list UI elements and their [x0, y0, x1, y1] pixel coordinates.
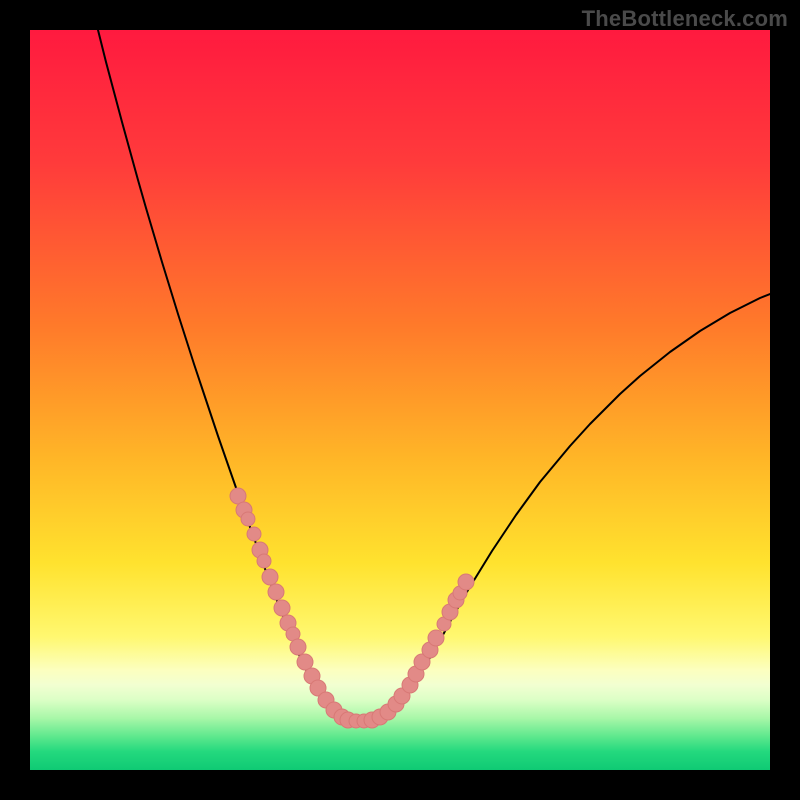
curve-marker — [274, 600, 290, 616]
curve-marker — [290, 639, 306, 655]
watermark-text: TheBottleneck.com — [582, 6, 788, 32]
plot-area — [30, 30, 770, 770]
chart-svg — [30, 30, 770, 770]
curve-marker — [268, 584, 284, 600]
curve-marker — [247, 527, 261, 541]
curve-marker — [428, 630, 444, 646]
curve-marker — [297, 654, 313, 670]
gradient-background — [30, 30, 770, 770]
curve-marker — [458, 574, 474, 590]
curve-marker — [241, 512, 255, 526]
chart-frame: TheBottleneck.com — [0, 0, 800, 800]
curve-marker — [257, 554, 271, 568]
curve-marker — [262, 569, 278, 585]
